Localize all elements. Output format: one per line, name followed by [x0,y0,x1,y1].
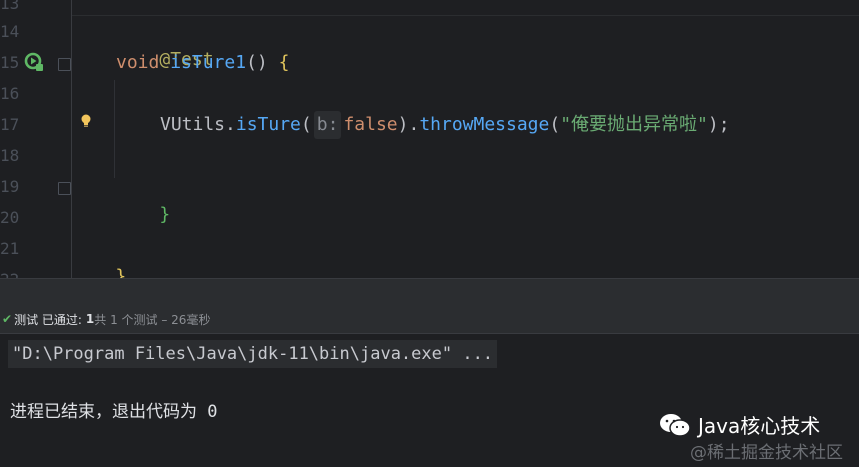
paren-token: () [246,52,268,73]
line-number: 17 [0,115,20,134]
fold-icon[interactable] [58,182,71,195]
brace-token: } [115,266,127,278]
panel-splitter[interactable] [0,278,859,305]
code-editor[interactable]: 13 14 15 16 17 18 19 20 21 22 @Test void… [0,0,859,278]
code-line-14[interactable]: @Test [116,18,213,70]
method-name-token: isTure1 [170,52,247,73]
line-number: 13 [0,0,20,13]
keyword-token: false [343,114,398,135]
paren-token: ) [397,114,409,135]
class-token: VUtils [160,114,226,135]
code-line-17[interactable]: VUtils.isTure(b: false).throwMessage("俺要抛… [160,111,730,139]
line-number: 20 [0,208,20,227]
dot-token: . [408,114,420,135]
paren-token: ( [300,114,312,135]
paren-token: ); [707,114,730,135]
console-exit-message: 进程已结束，退出代码为 0 [10,402,218,422]
status-label: 测试 已通过: [14,312,82,327]
line-number: 22 [0,270,40,278]
paren-token: ( [549,114,561,135]
wechat-icon [660,413,691,437]
code-line-21[interactable]: } [72,235,126,278]
method-call-token: throwMessage [419,114,550,135]
parameter-hint: b: [313,111,342,139]
string-token: "俺要抛出异常啦" [560,114,708,135]
line-number: 19 [0,177,20,196]
line-number: 14 [0,22,20,41]
run-test-icon[interactable] [24,52,44,72]
watermark: Java核心技术 [658,410,820,439]
brace-token: } [159,204,171,225]
dot-token: . [225,114,236,135]
keyword-token: void [116,52,160,73]
lightbulb-icon[interactable] [80,114,92,128]
line-number: 21 [0,239,20,258]
watermark-subtitle: @稀土掘金技术社区 [690,443,843,463]
indent-guide [114,80,115,178]
check-icon: ✔ [2,312,13,326]
status-count: 1 [85,312,95,326]
watermark-title: Java核心技术 [698,414,821,438]
test-status-bar: ✔ 测试 已通过: 1 共 1 个测试 – 26毫秒 [0,305,859,334]
code-line-15[interactable]: void isTure1() { [116,49,289,77]
method-call-token: isTure [235,114,301,135]
status-detail: 共 1 个测试 – 26毫秒 [94,312,211,327]
code-line-19[interactable]: } [116,173,170,225]
fold-icon[interactable] [58,58,71,71]
sticky-line-divider [72,15,859,16]
line-number: 16 [0,84,20,103]
console-command[interactable]: "D:\Program Files\Java\jdk-11\bin\java.e… [8,340,498,368]
line-number: 18 [0,146,20,165]
brace-token: { [278,52,290,73]
